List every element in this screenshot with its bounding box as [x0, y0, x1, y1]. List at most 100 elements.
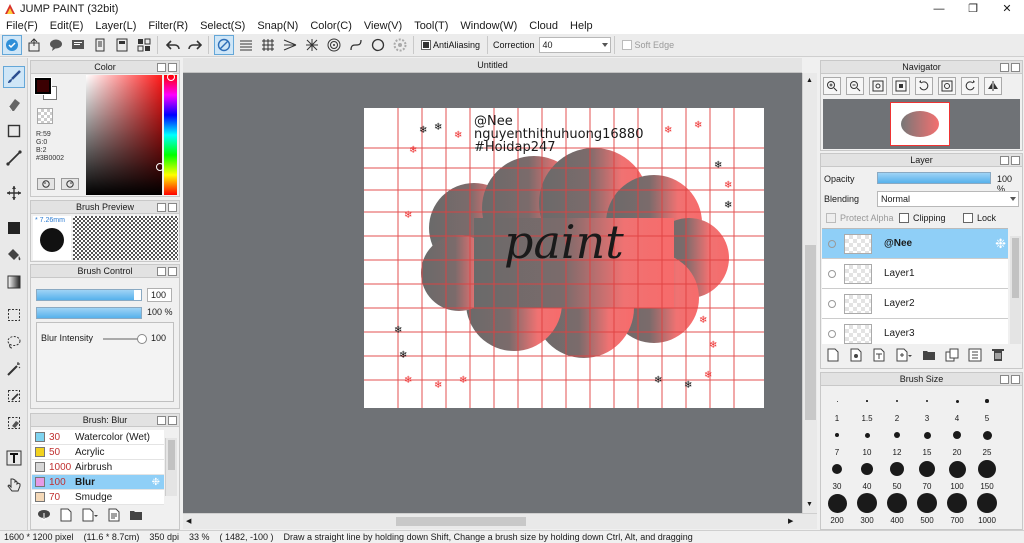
gear-icon[interactable]: ❉ — [152, 477, 160, 488]
menu-view[interactable]: View(V) — [358, 20, 408, 32]
canvas-document[interactable]: ❄ ❄ ❄❄ ❄ ❄ ❄❄ ❄❄ ❄ ❄ ❄ ❄ ❄❄ ❄❄ ❄❄ @Nee nguye… — [364, 108, 764, 408]
ruler-settings-button[interactable] — [390, 35, 410, 55]
brush-item-airbrush[interactable]: 1000 Airbrush — [32, 460, 164, 475]
maximize-button[interactable]: ❐ — [956, 0, 990, 17]
menu-snap[interactable]: Snap(N) — [251, 20, 304, 32]
brush-size-option[interactable]: 3 — [912, 390, 942, 423]
menu-select[interactable]: Select(S) — [194, 20, 251, 32]
correction-dropdown[interactable]: 40 — [538, 37, 611, 53]
menu-tool[interactable]: Tool(T) — [408, 20, 454, 32]
brush-size-option[interactable]: 10 — [852, 424, 882, 457]
brush-list-scrollbar[interactable] — [165, 438, 177, 496]
minimize-button[interactable]: — — [922, 0, 956, 17]
blur-intensity-slider[interactable] — [103, 334, 147, 344]
message-button[interactable] — [68, 35, 88, 55]
scroll-right-icon[interactable]: ▶ — [788, 517, 793, 525]
undock-icon[interactable] — [157, 63, 166, 72]
menu-help[interactable]: Help — [564, 20, 599, 32]
brush-item-blur[interactable]: 100 Blur ❉ — [32, 475, 164, 490]
undo-button[interactable] — [163, 35, 183, 55]
layer-row-nee[interactable]: @Nee ❉ — [822, 229, 1008, 259]
menu-window[interactable]: Window(W) — [454, 20, 523, 32]
menu-filter[interactable]: Filter(R) — [142, 20, 194, 32]
blending-dropdown[interactable]: Normal — [877, 191, 1019, 207]
undock-icon[interactable] — [1000, 375, 1009, 384]
brush-item-watercolor[interactable]: 30 Watercolor (Wet) — [32, 430, 164, 445]
brush-size-option[interactable]: 1000 — [972, 492, 1002, 525]
rect-select-tool[interactable] — [3, 304, 25, 326]
scroll-thumb[interactable] — [168, 440, 175, 470]
brush-tool[interactable] — [3, 66, 25, 88]
menu-file[interactable]: File(F) — [0, 20, 44, 32]
select-pen-tool[interactable] — [3, 385, 25, 407]
brush-size-slider[interactable] — [36, 289, 142, 301]
brush-size-option[interactable]: 400 — [882, 492, 912, 525]
eyedropper-button[interactable] — [37, 178, 55, 190]
undock-icon[interactable] — [157, 203, 166, 212]
rotate-right-button[interactable] — [961, 77, 979, 95]
visibility-icon[interactable] — [828, 239, 836, 248]
brush-size-option[interactable]: 30 — [822, 458, 852, 491]
line-tool[interactable] — [3, 147, 25, 169]
blur-intensity-thumb[interactable] — [137, 334, 147, 344]
hue-cursor[interactable] — [167, 73, 175, 81]
navigator-preview[interactable] — [823, 99, 1020, 149]
fit-window-button[interactable] — [869, 77, 887, 95]
merge-layer-button[interactable] — [966, 346, 984, 364]
zoom-out-button[interactable] — [846, 77, 864, 95]
duplicate-layer-button[interactable] — [943, 346, 961, 364]
menu-cloud[interactable]: Cloud — [523, 20, 564, 32]
redo-button[interactable] — [185, 35, 205, 55]
gear-icon[interactable]: ❉ — [995, 236, 1006, 252]
radial-ruler-button[interactable] — [302, 35, 322, 55]
text-tool[interactable] — [3, 447, 25, 469]
brush-properties-button[interactable] — [105, 506, 123, 524]
new-folder-button[interactable] — [920, 346, 938, 364]
brush-item-smudge[interactable]: 70 Smudge — [32, 490, 164, 505]
fill-rect-tool[interactable] — [3, 217, 25, 239]
lasso-tool[interactable] — [3, 331, 25, 353]
scroll-left-icon[interactable]: ◀ — [186, 517, 191, 525]
transparent-color-swatch[interactable] — [37, 108, 53, 124]
brush-size-option[interactable]: 1.5 — [852, 390, 882, 423]
brush-size-option[interactable]: 12 — [882, 424, 912, 457]
brush-menu-button[interactable] — [79, 506, 101, 524]
brush-size-option[interactable]: 50 — [882, 458, 912, 491]
clipping-checkbox[interactable] — [899, 213, 909, 223]
close-icon[interactable] — [168, 63, 177, 72]
bucket-tool[interactable] — [3, 244, 25, 266]
layer-row-layer3[interactable]: Layer3 — [822, 319, 1008, 344]
main-color-swatch[interactable] — [34, 77, 52, 95]
cloud-sync-button[interactable] — [2, 35, 22, 55]
canvas-horizontal-scrollbar[interactable]: ◀ ▶ — [183, 513, 817, 529]
shape-tool[interactable] — [3, 120, 25, 142]
operation-tool[interactable] — [3, 474, 25, 496]
delete-layer-button[interactable] — [989, 346, 1007, 364]
brush-folder-button[interactable] — [127, 506, 145, 524]
scroll-thumb[interactable] — [1012, 238, 1019, 298]
brush-size-option[interactable]: 500 — [912, 492, 942, 525]
scroll-down-icon[interactable]: ▼ — [806, 501, 813, 508]
flip-button[interactable] — [984, 77, 1002, 95]
page-button[interactable] — [90, 35, 110, 55]
antialiasing-checkbox[interactable] — [421, 40, 431, 50]
close-button[interactable]: ✕ — [990, 0, 1024, 17]
brush-size-option[interactable]: 25 — [972, 424, 1002, 457]
new-raster-layer-button[interactable] — [847, 346, 865, 364]
canvas-area[interactable]: ❄ ❄ ❄ ❄ ❄ ❄ ❄ ❄ ❄ ❄ ❄ ❄ ❄ ❄ ❄ ❄ ❄ ❄ ❄ ❄ @Nee nguye… — [183, 73, 802, 513]
brush-size-option[interactable]: 700 — [942, 492, 972, 525]
parallel-ruler-button[interactable] — [236, 35, 256, 55]
gradient-tool[interactable] — [3, 271, 25, 293]
brush-size-option[interactable]: 2 — [882, 390, 912, 423]
close-icon[interactable] — [1011, 375, 1020, 384]
menu-layer[interactable]: Layer(L) — [89, 20, 142, 32]
canvas-vertical-scrollbar[interactable]: ▲ ▼ — [802, 73, 817, 513]
brush-size-option[interactable]: 4 — [942, 390, 972, 423]
close-icon[interactable] — [1011, 156, 1020, 165]
concentric-ruler-button[interactable] — [324, 35, 344, 55]
new-layer-button[interactable] — [824, 346, 842, 364]
close-icon[interactable] — [168, 416, 177, 425]
close-icon[interactable] — [1011, 63, 1020, 72]
undock-icon[interactable] — [1000, 156, 1009, 165]
select-eraser-tool[interactable] — [3, 412, 25, 434]
